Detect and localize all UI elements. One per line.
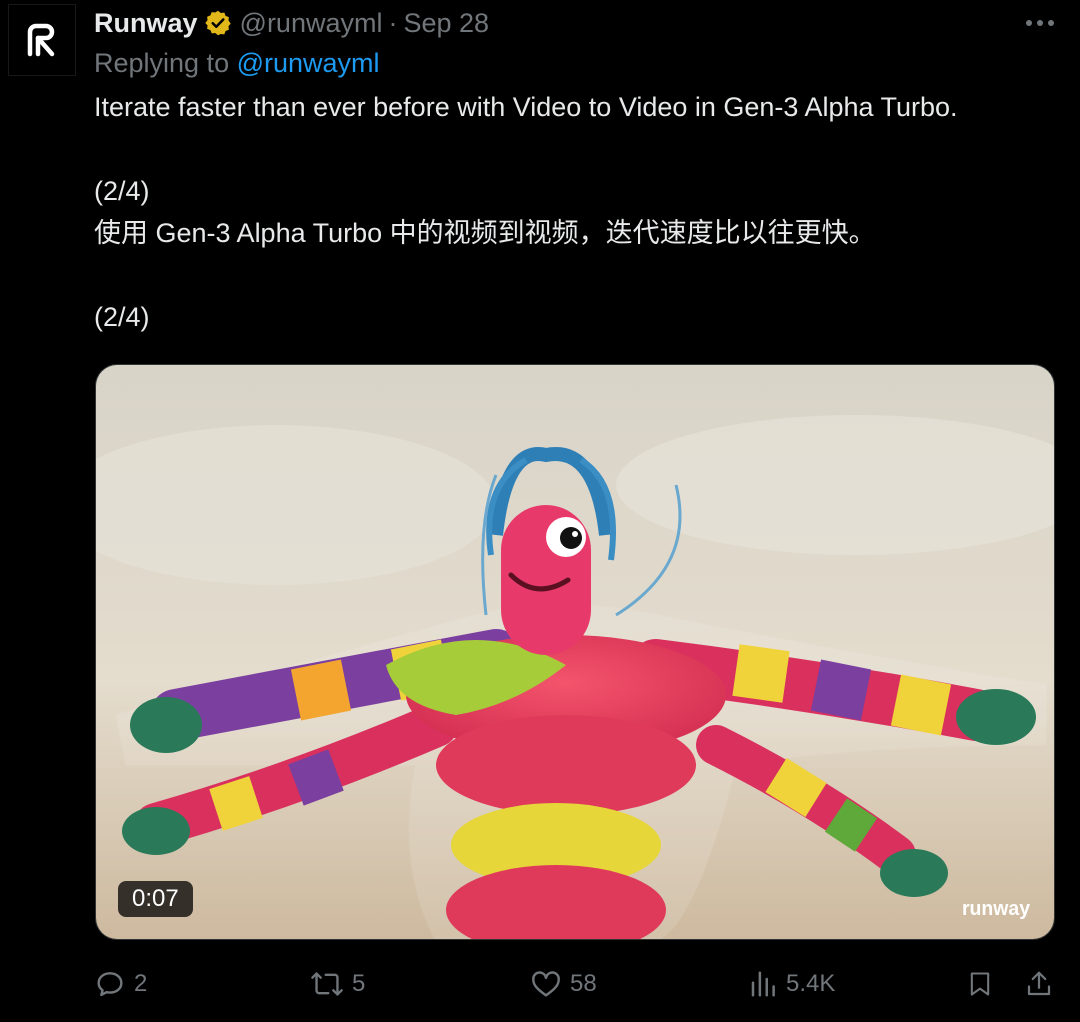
- runway-watermark: runway: [962, 898, 1031, 920]
- tweet-text: Iterate faster than ever before with Vid…: [94, 86, 1054, 338]
- video-duration: 0:07: [118, 881, 193, 917]
- runway-logo-icon: [27, 23, 55, 57]
- tweet-line: [94, 128, 1054, 170]
- like-button[interactable]: 58: [530, 962, 597, 1006]
- header-separator: ·: [388, 7, 398, 38]
- views-button[interactable]: 5.4K: [748, 962, 835, 1006]
- tweet-line: Iterate faster than ever before with Vid…: [94, 92, 958, 122]
- tweet-date[interactable]: Sep 28: [403, 8, 489, 39]
- replying-to-link[interactable]: @runwayml: [237, 48, 380, 78]
- share-icon: [1027, 971, 1051, 996]
- views-count: 5.4K: [786, 970, 836, 997]
- like-icon: [532, 971, 560, 997]
- repost-count: 5: [352, 970, 366, 997]
- tweet-header: Runway @runwayml · Sep 28: [94, 4, 489, 42]
- reply-button[interactable]: 2: [94, 962, 147, 1006]
- author-name[interactable]: Runway: [94, 8, 198, 39]
- bookmark-icon: [970, 972, 990, 996]
- author-handle[interactable]: @runwayml: [240, 8, 383, 39]
- reply-count: 2: [134, 970, 148, 997]
- video-player[interactable]: 0:07 runway: [95, 364, 1055, 940]
- video-frame: [96, 365, 1054, 939]
- replying-to: Replying to @runwayml: [94, 48, 380, 79]
- watermark-text: runway: [962, 898, 1031, 920]
- repost-icon: [311, 972, 343, 996]
- tweet-line: 使用 Gen-3 Alpha Turbo 中的视频到视频，迭代速度比以往更快。: [94, 218, 876, 248]
- like-count: 58: [570, 970, 597, 997]
- more-button[interactable]: [1020, 8, 1060, 38]
- avatar[interactable]: [8, 4, 76, 76]
- more-icon: [1026, 20, 1054, 26]
- tweet-line: [94, 254, 1054, 296]
- tweet-actions: 2 5 58 5.4K: [94, 962, 1060, 1006]
- tweet-line: (2/4): [94, 302, 150, 332]
- bookmark-button[interactable]: [966, 962, 994, 1006]
- tweet-line: (2/4): [94, 176, 150, 206]
- share-button[interactable]: [1024, 962, 1054, 1006]
- replying-to-label: Replying to: [94, 48, 237, 78]
- views-icon: [751, 971, 775, 997]
- reply-icon: [97, 972, 123, 997]
- repost-button[interactable]: 5: [310, 962, 365, 1006]
- verified-badge-icon[interactable]: [204, 9, 232, 37]
